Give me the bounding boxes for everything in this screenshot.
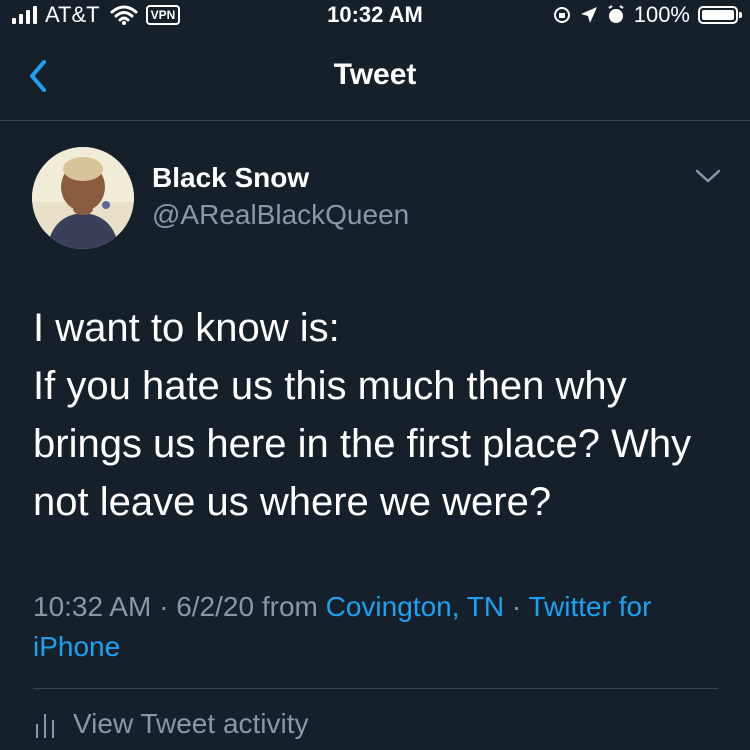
status-bar: AT&T VPN 10:32 AM 100%	[0, 0, 750, 30]
chevron-down-icon[interactable]	[694, 166, 722, 186]
activity-label: View Tweet activity	[73, 708, 309, 739]
location-icon	[580, 7, 597, 23]
tweet-date: 6/2/20	[176, 591, 255, 622]
orientation-lock-icon	[553, 7, 570, 23]
bar-chart-icon	[36, 714, 54, 738]
status-right: 100%	[552, 2, 742, 28]
location-link[interactable]: Covington, TN	[326, 591, 504, 622]
tweet-text: I want to know is: If you hate us this m…	[33, 299, 733, 531]
battery-icon	[698, 6, 742, 24]
tweet-meta: 10:32 AM · 6/2/20 from Covington, TN · T…	[33, 587, 733, 667]
tweet-text-line: I want to know is:	[33, 306, 340, 350]
page-title: Tweet	[333, 58, 417, 91]
display-name[interactable]: Black Snow	[152, 162, 309, 194]
meta-separator: ·	[511, 591, 522, 622]
tweet-text-line: If you hate us this much then why brings…	[33, 364, 692, 524]
view-tweet-activity-button[interactable]: View Tweet activity	[33, 708, 309, 740]
tweet-time: 10:32 AM	[33, 591, 152, 622]
meta-separator: ·	[159, 591, 169, 622]
avatar[interactable]	[32, 147, 134, 249]
divider	[33, 688, 718, 689]
nav-bar: Tweet	[0, 30, 750, 121]
user-handle[interactable]: @ARealBlackQueen	[152, 199, 409, 231]
from-label: from	[261, 591, 318, 622]
alarm-icon	[608, 5, 624, 23]
battery-percent: 100%	[633, 2, 690, 27]
